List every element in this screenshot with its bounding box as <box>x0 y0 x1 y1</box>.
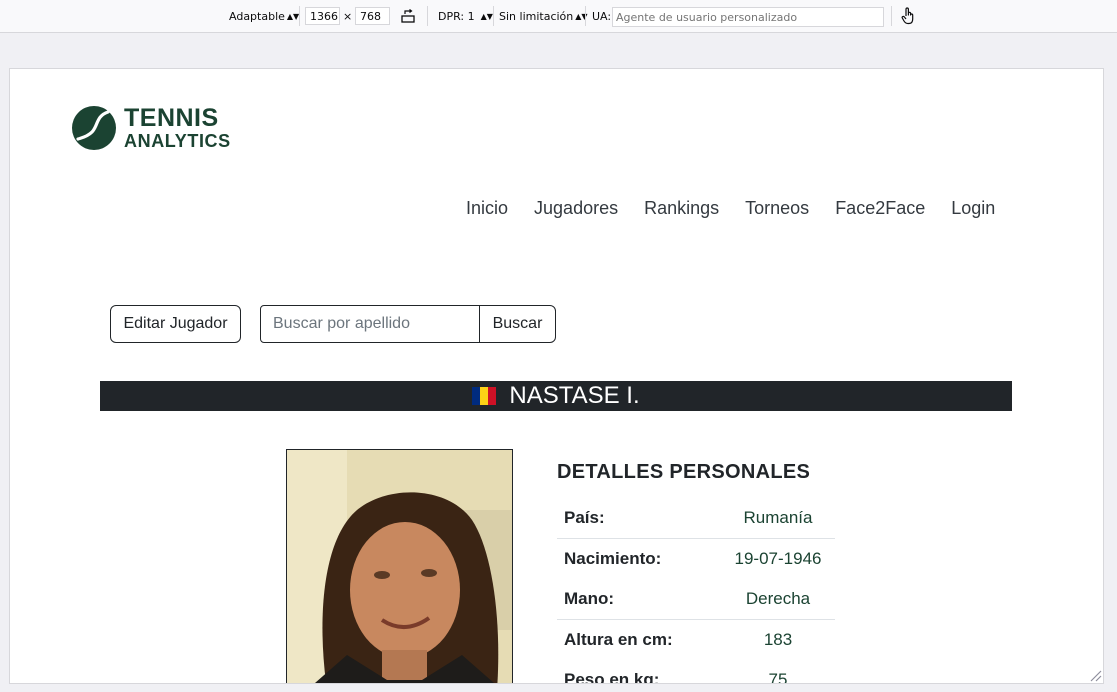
updown-arrows-icon: ▲▼ <box>286 11 300 21</box>
dpr-label: DPR: 1 <box>438 9 475 23</box>
resize-handle-icon[interactable] <box>1088 668 1102 682</box>
detail-value-height: 183 <box>763 630 793 649</box>
detail-label-weight: Peso en kg: <box>564 670 660 684</box>
romania-flag-icon <box>472 387 497 405</box>
toolbar-divider <box>299 6 300 26</box>
device-selector[interactable]: Adaptable ▲▼ <box>229 0 299 32</box>
detail-label-height: Altura en cm: <box>564 630 673 649</box>
table-row: Nacimiento: 19-07-1946 <box>557 539 835 580</box>
player-portrait-image <box>287 450 512 683</box>
touch-hand-icon <box>901 7 914 25</box>
toolbar-divider <box>891 6 892 26</box>
detail-label-birth: Nacimiento: <box>564 549 662 568</box>
table-row: País: Rumanía <box>557 498 835 539</box>
site-logo[interactable]: TENNIS ANALYTICS <box>72 106 231 150</box>
detail-value-country: Rumanía <box>721 498 835 539</box>
nav-torneos[interactable]: Torneos <box>745 198 809 219</box>
detail-value-hand: Derecha <box>721 579 835 620</box>
dimension-separator: × <box>343 9 353 23</box>
flag-stripe-red <box>488 387 497 405</box>
table-row: Mano: Derecha <box>557 579 835 620</box>
detail-value-birth: 19-07-1946 <box>734 549 822 568</box>
updown-arrows-icon: ▲▼ <box>480 11 493 21</box>
player-photo <box>286 449 513 683</box>
tennis-ball-logo-icon <box>72 106 116 150</box>
nav-face2face[interactable]: Face2Face <box>835 198 925 219</box>
toolbar-divider <box>585 6 586 26</box>
search-surname-input[interactable] <box>260 305 480 343</box>
detail-value-weight: 75 <box>768 670 788 684</box>
throttling-selector[interactable]: Sin limitación ▲▼ <box>499 0 588 32</box>
viewport-height-input[interactable]: 768 <box>355 7 390 25</box>
personal-details-title: DETALLES PERSONALES <box>557 461 811 483</box>
user-agent-input[interactable] <box>612 7 884 27</box>
throttling-label: Sin limitación <box>499 9 574 23</box>
ua-label: UA: <box>592 9 612 23</box>
personal-details-table: País: Rumanía Nacimiento: 19-07-1946 Man… <box>557 498 835 684</box>
logo-line-2: ANALYTICS <box>124 131 231 151</box>
nav-login[interactable]: Login <box>951 198 995 219</box>
detail-label-country: País: <box>557 498 721 539</box>
edit-player-button[interactable]: Editar Jugador <box>110 305 241 343</box>
nav-inicio[interactable]: Inicio <box>466 198 508 219</box>
touch-simulation-button[interactable] <box>900 0 916 32</box>
detail-label-hand: Mano: <box>557 579 721 620</box>
toolbar-divider <box>493 6 494 26</box>
player-name: NASTASE I. <box>509 382 640 409</box>
logo-line-1: TENNIS <box>124 104 219 132</box>
search-button[interactable]: Buscar <box>479 305 556 343</box>
device-selector-label: Adaptable <box>229 9 285 23</box>
flag-stripe-yellow <box>480 387 489 405</box>
responsive-toolbar: Adaptable ▲▼ 1366 × 768 DPR: 1 ▲▼ Sin li… <box>0 0 1117 33</box>
flag-stripe-blue <box>472 387 481 405</box>
page-viewport: TENNIS ANALYTICS Inicio Jugadores Rankin… <box>9 68 1104 684</box>
table-row: Altura en cm: 183 <box>557 620 835 661</box>
main-nav: Inicio Jugadores Rankings Torneos Face2F… <box>466 198 1021 219</box>
player-header: NASTASE I. <box>100 381 1012 411</box>
dpr-selector[interactable]: DPR: 1 ▲▼ <box>438 0 493 32</box>
logo-wordmark: TENNIS ANALYTICS <box>124 104 231 151</box>
rotate-icon <box>401 9 415 23</box>
nav-rankings[interactable]: Rankings <box>644 198 719 219</box>
table-row: Peso en kg: 75 <box>557 660 835 684</box>
viewport-width-input[interactable]: 1366 <box>305 7 340 25</box>
nav-jugadores[interactable]: Jugadores <box>534 198 618 219</box>
rotate-viewport-button[interactable] <box>400 0 416 32</box>
toolbar-divider <box>427 6 428 26</box>
